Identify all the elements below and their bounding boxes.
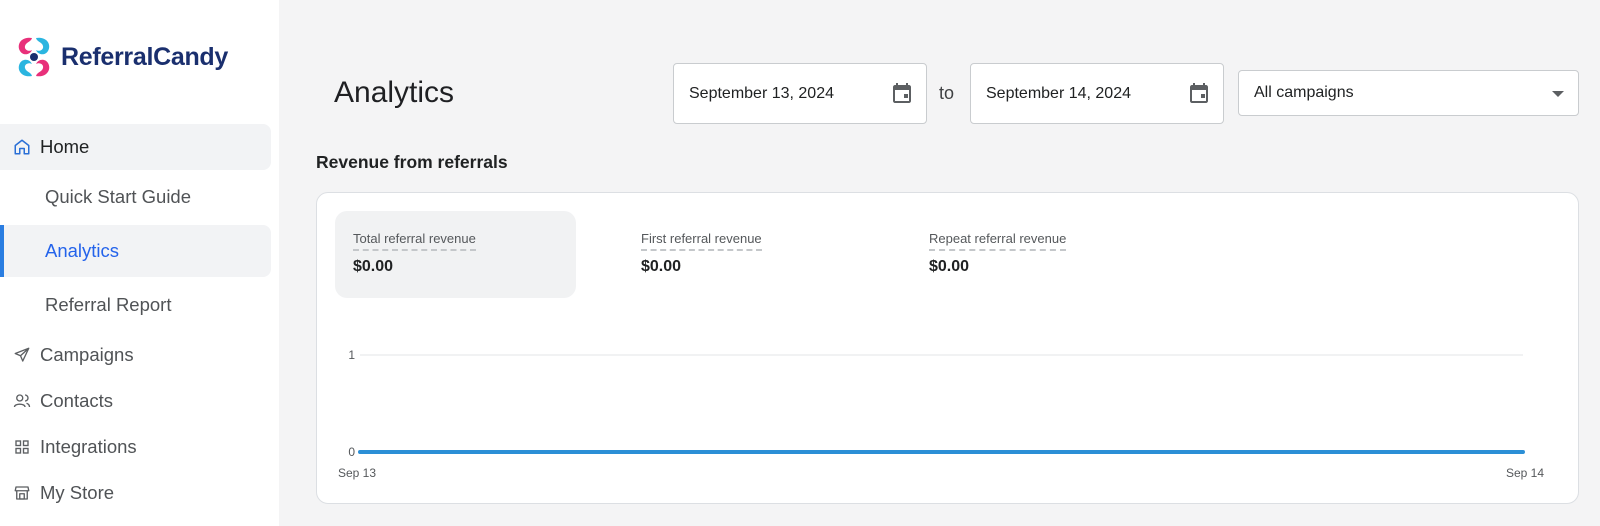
sidebar-item-label: Contacts — [40, 390, 114, 411]
brand-name: ReferralCandy — [61, 42, 228, 71]
sidebar-item-contacts[interactable]: Contacts — [13, 386, 113, 416]
revenue-card: Total referral revenue $0.00 First refer… — [316, 192, 1579, 504]
sidebar-item-label: Campaigns — [40, 344, 134, 365]
sidebar-item-campaigns[interactable]: Campaigns — [13, 340, 134, 370]
sidebar-item-home[interactable]: Home — [0, 124, 271, 170]
sidebar-item-label: Integrations — [40, 436, 137, 457]
caret-down-icon — [1552, 91, 1564, 97]
campaign-select-value: All campaigns — [1254, 84, 1354, 101]
x-tick-label: Sep 14 — [1506, 466, 1544, 480]
users-icon — [13, 392, 31, 410]
sidebar-item-referral-report[interactable]: Referral Report — [0, 279, 271, 331]
page-title: Analytics — [334, 76, 455, 109]
referralcandy-logo-icon — [18, 37, 50, 77]
grid-icon — [13, 438, 31, 456]
revenue-chart: 0 1 Sep 13 Sep 14 — [338, 348, 1544, 480]
campaign-select[interactable]: All campaigns — [1238, 70, 1579, 116]
sidebar-item-analytics[interactable]: Analytics — [0, 225, 271, 277]
sidebar-item-my-store[interactable]: My Store — [13, 478, 114, 508]
x-tick-label: Sep 13 — [338, 466, 376, 480]
y-tick-label: 0 — [348, 445, 355, 459]
sidebar-item-label: My Store — [40, 482, 115, 503]
sidebar-item-label: Home — [40, 136, 90, 157]
end-date-value: September 14, 2024 — [986, 84, 1131, 102]
start-date-value: September 13, 2024 — [689, 84, 834, 102]
section-title: Revenue from referrals — [316, 152, 508, 172]
sidebar: ReferralCandy Home Quick Start Guide Ana… — [0, 0, 279, 526]
store-icon — [13, 484, 31, 502]
sidebar-item-label: Quick Start Guide — [45, 186, 192, 207]
start-date-field[interactable]: September 13, 2024 — [673, 63, 927, 124]
end-date-field[interactable]: September 14, 2024 — [970, 63, 1224, 124]
calendar-icon[interactable] — [1187, 81, 1211, 105]
sidebar-item-quick-start-guide[interactable]: Quick Start Guide — [0, 171, 271, 223]
home-icon — [13, 138, 31, 156]
calendar-icon[interactable] — [890, 81, 914, 105]
send-icon — [13, 346, 31, 364]
sidebar-item-label: Analytics — [45, 240, 120, 261]
sidebar-item-label: Referral Report — [45, 294, 172, 315]
brand-logo[interactable]: ReferralCandy — [12, 34, 228, 80]
sidebar-item-integrations[interactable]: Integrations — [13, 432, 137, 462]
date-range-separator: to — [939, 83, 955, 103]
y-tick-label: 1 — [348, 348, 355, 362]
